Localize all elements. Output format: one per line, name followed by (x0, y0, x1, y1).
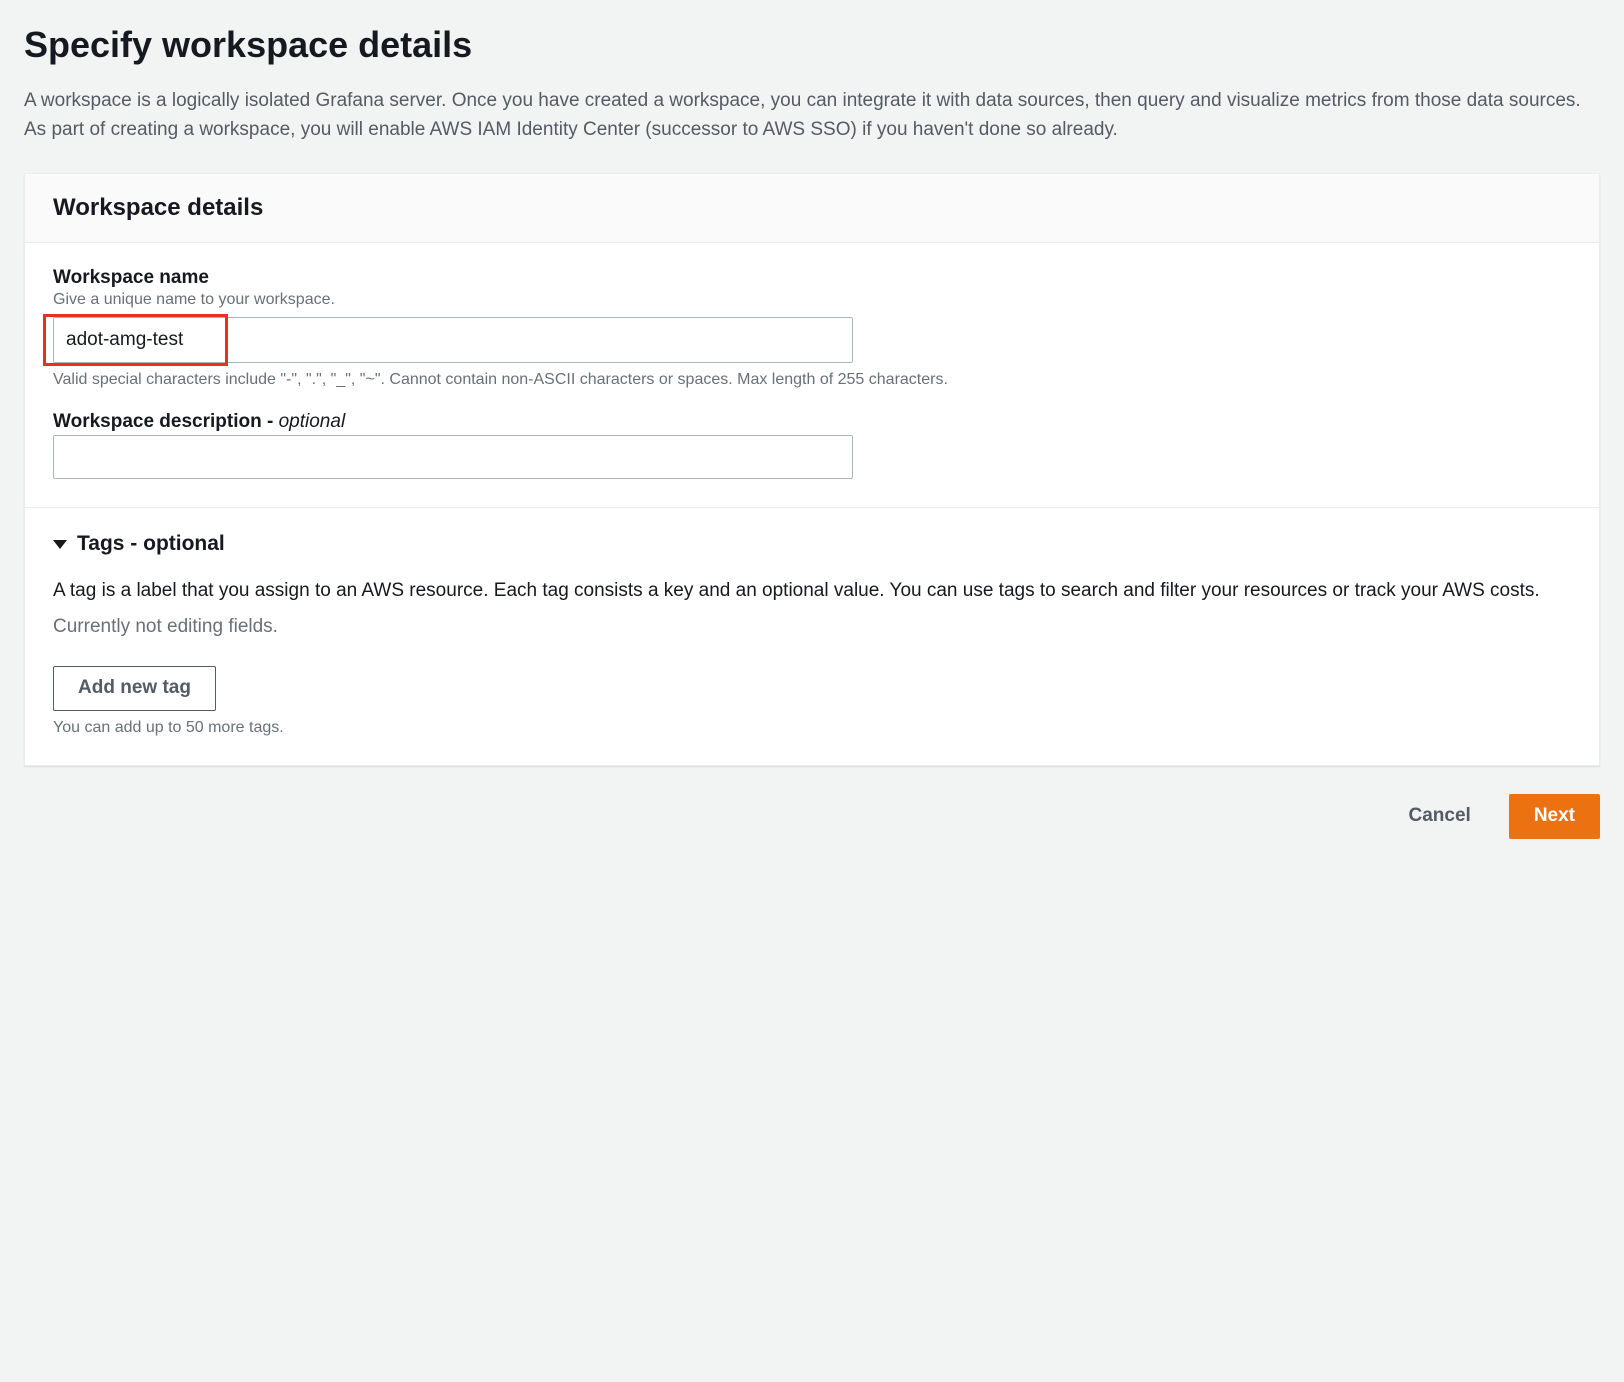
tags-toggle[interactable]: Tags - optional (53, 532, 1571, 556)
page-description: A workspace is a logically isolated Graf… (24, 86, 1600, 145)
cancel-button[interactable]: Cancel (1385, 795, 1495, 837)
workspace-name-input[interactable] (53, 317, 853, 363)
tags-footnote: You can add up to 50 more tags. (53, 719, 1571, 737)
panel-section-tags: Tags - optional A tag is a label that yo… (25, 508, 1599, 764)
tags-header-title: Tags - optional (77, 532, 225, 556)
workspace-name-hint: Give a unique name to your workspace. (53, 291, 1571, 309)
workspace-description-group: Workspace description - optional (53, 411, 1571, 480)
page-title: Specify workspace details (24, 24, 1600, 66)
workspace-name-label: Workspace name (53, 267, 1571, 289)
workspace-name-group: Workspace name Give a unique name to you… (53, 267, 1571, 389)
workspace-description-label-text: Workspace description - (53, 411, 279, 432)
workspace-name-input-wrap (53, 317, 853, 363)
workspace-details-panel: Workspace details Workspace name Give a … (24, 173, 1600, 766)
workspace-name-constraint: Valid special characters include "-", ".… (53, 371, 1571, 389)
workspace-description-input[interactable] (53, 435, 853, 480)
panel-header-title: Workspace details (53, 194, 1571, 222)
tags-status: Currently not editing fields. (53, 616, 1571, 638)
tags-description: A tag is a label that you assign to an A… (53, 576, 1571, 605)
workspace-description-label: Workspace description - optional (53, 411, 1571, 433)
workspace-description-label-optional: optional (279, 411, 346, 432)
footer-actions: Cancel Next (24, 794, 1600, 839)
next-button[interactable]: Next (1509, 794, 1600, 839)
add-new-tag-button[interactable]: Add new tag (53, 666, 216, 711)
panel-header: Workspace details (25, 174, 1599, 243)
caret-down-icon (53, 540, 67, 549)
panel-section-fields: Workspace name Give a unique name to you… (25, 243, 1599, 509)
